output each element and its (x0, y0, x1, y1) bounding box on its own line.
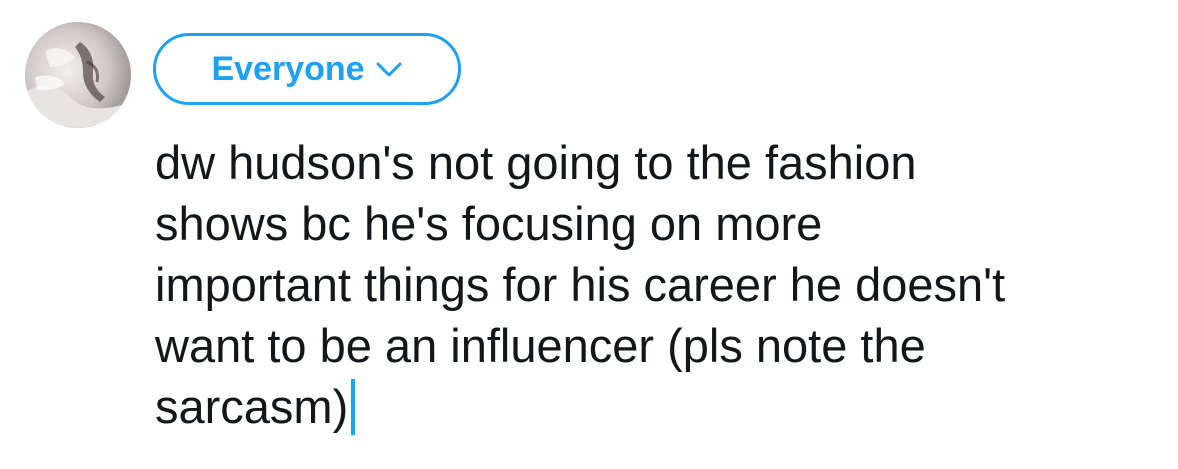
audience-label: Everyone (211, 50, 365, 88)
text-cursor (351, 379, 356, 435)
chevron-down-icon (375, 61, 403, 79)
composer-line: sarcasm) (155, 380, 349, 433)
audience-selector-button[interactable]: Everyone (153, 33, 461, 105)
composer-line: important things for his career he doesn… (155, 258, 1006, 311)
composer-line: shows bc he's focusing on more (155, 197, 823, 250)
composer-line: dw hudson's not going to the fashion (155, 136, 917, 189)
composer-line: want to be an influencer (pls note the (155, 319, 926, 372)
avatar-image (25, 22, 131, 128)
tweet-composer-text[interactable]: dw hudson's not going to the fashion sho… (155, 132, 1155, 437)
avatar[interactable] (25, 22, 131, 128)
